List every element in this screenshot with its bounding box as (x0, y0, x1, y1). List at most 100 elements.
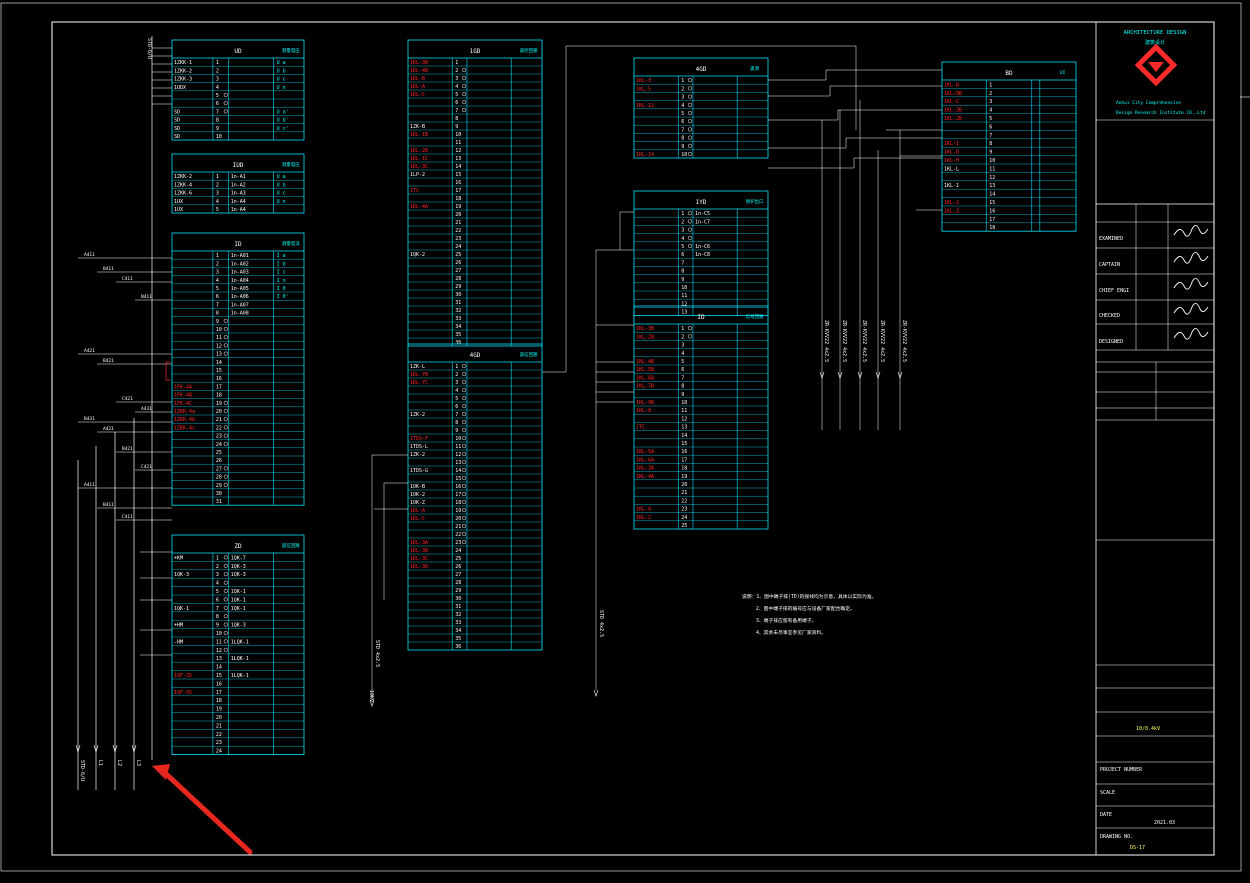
terminal-number: 2 (989, 91, 992, 97)
block-header-note: 遥信回路 (282, 542, 300, 549)
terminal-number: 6 (216, 294, 219, 300)
terminal-link-icon (687, 78, 693, 83)
terminal-left-label: 1KL-2 (636, 515, 651, 521)
terminal-left-label: 1KL-4 (636, 507, 651, 513)
terminal-mid-label: 1n-C5 (695, 211, 710, 217)
terminal-left-label: SD (174, 134, 180, 140)
terminal-number: 15 (216, 673, 222, 679)
terminal-left-label: 1FK-4C (174, 401, 192, 407)
terminal-number: 14 (216, 665, 222, 671)
bd-link-wire (768, 69, 942, 81)
terminal-number: 16 (455, 484, 461, 490)
block-header-note: 测量电压 (282, 161, 300, 168)
terminal-block-4GD: 4GD 遥测 1 1KL-3 2 1KL-5 3 4 1KL-12 5 6 7 8 9 10 1KL-14 (633, 57, 769, 159)
terminal-number: 3 (216, 77, 219, 83)
terminal-link-icon (223, 417, 228, 422)
terminal-left-label: 1TDS-L (410, 444, 428, 450)
terminal-number: 9 (455, 428, 458, 434)
terminal-number: 9 (455, 124, 458, 130)
cad-drawing-viewport[interactable]: UD 测量电压 1 1ZKK-1 U a 2 1ZKK-2 U b 3 1ZKK-3 U c 4 1UD… (0, 0, 1250, 879)
terminal-mid-label: 1n-A3 (231, 191, 246, 197)
terminal-link-icon (223, 109, 228, 114)
terminal-left-label: 1KL-A (410, 84, 425, 90)
tb-scale-label: SCALE (1100, 790, 1115, 796)
terminal-number: 24 (216, 442, 222, 448)
terminal-left-label: 1KL-3A (410, 540, 428, 546)
terminal-link-icon (223, 101, 228, 106)
terminal-number: 10 (989, 158, 995, 164)
terminal-number: 4 (216, 199, 219, 205)
terminal-link-icon (223, 351, 228, 356)
terminal-left-label: 1KL-4A (410, 204, 428, 210)
terminal-left-label: 1KL-A (410, 508, 425, 514)
wiring-diagram: UD 测量电压 1 1ZKK-1 U a 2 1ZKK-2 U b 3 1ZKK-3 U c 4 1UD… (0, 2, 1250, 872)
terminal-number: 9 (216, 319, 219, 325)
terminal-number: 1 (681, 211, 684, 217)
terminal-number: 20 (681, 482, 687, 488)
bd-link-wire (768, 85, 942, 97)
terminal-left-label: 1FK-4A (174, 384, 192, 390)
terminal-number: 8 (216, 311, 219, 317)
terminal-number: 4 (681, 103, 684, 109)
terminal-link-icon (223, 425, 228, 430)
terminal-number: 13 (989, 183, 995, 189)
terminal-number: 23 (216, 434, 222, 440)
terminal-left-label: 1ZKK-4 (174, 182, 192, 188)
terminal-number: 10 (216, 134, 222, 140)
terminal-number: 11 (455, 140, 461, 146)
terminal-left-label: 1FK-4B (174, 393, 192, 399)
terminal-mid-label: 1QK-7 (231, 555, 246, 561)
terminal-left-label: 1KL-D (944, 150, 959, 156)
terminal-right-label: U b (277, 68, 286, 74)
terminal-number: 17 (216, 384, 222, 390)
terminal-link-icon (461, 435, 467, 441)
terminal-left-label: 1ZKK-4b (174, 417, 195, 423)
cable-label-mid: STD 4x2.5 (598, 610, 604, 637)
terminal-link-icon (223, 400, 228, 405)
terminal-link-icon (223, 441, 228, 446)
terminal-number: 13 (216, 352, 222, 358)
terminal-number: 1 (455, 60, 458, 66)
terminal-left-label: 1KL-3C (410, 556, 428, 562)
right-cable-label: ZR-KVV22 4x2.5 (879, 320, 885, 362)
tb-date-value: 2021.03 (1154, 820, 1175, 826)
terminal-number: 9 (681, 392, 684, 398)
terminal-number: 17 (216, 690, 222, 696)
terminal-link-icon (461, 99, 467, 105)
cable-arrow-icon (593, 689, 599, 697)
terminal-number: 25 (216, 450, 222, 456)
right-cable-label: ZR-KVV22 4x2.5 (861, 320, 867, 362)
terminal-left-label: +KM (174, 555, 183, 561)
block-outline (633, 57, 769, 159)
terminal-number: 1 (216, 253, 219, 259)
terminal-link-icon (461, 371, 467, 377)
terminal-number: 4 (216, 85, 219, 91)
terminal-number: 8 (455, 420, 458, 426)
terminal-mid-label: 1QK-1 (231, 606, 246, 612)
terminal-left-label: 1QK-2 (410, 252, 425, 258)
terminal-mid-label: 1n-C7 (695, 219, 710, 225)
terminal-number: 10 (455, 436, 461, 442)
terminal-number: 13 (455, 156, 461, 162)
terminal-left-label: 1KL-4A (636, 474, 654, 480)
block-header: BD (1005, 70, 1013, 77)
terminal-number: 11 (216, 639, 222, 645)
terminal-left-label: 1ZKK-4a (174, 409, 195, 415)
terminal-left-label: 1KL-9B (944, 91, 962, 97)
terminal-mid-label: 1QK-3 (231, 564, 246, 570)
terminal-mid-label: 1n-C6 (695, 244, 710, 250)
block-header: 4GD (470, 352, 481, 359)
terminal-number: 3 (455, 76, 458, 82)
terminal-number: 36 (455, 644, 461, 650)
terminal-left-label: 1KL-3B (636, 326, 654, 332)
design-header: ARCHITECTURE DESIGN (1124, 30, 1187, 36)
terminal-link-icon (461, 491, 467, 497)
terminal-number: 22 (455, 228, 461, 234)
terminal-left-label: 1TC (410, 188, 419, 194)
terminal-left-label: 1UDX (174, 85, 186, 91)
terminal-left-label: 1KL-C (410, 92, 425, 98)
feed-label: C421 (122, 396, 133, 402)
block-header-note: 遥控回路 (520, 47, 538, 54)
terminal-number: 2 (681, 219, 684, 225)
terminal-number: 28 (455, 276, 461, 282)
